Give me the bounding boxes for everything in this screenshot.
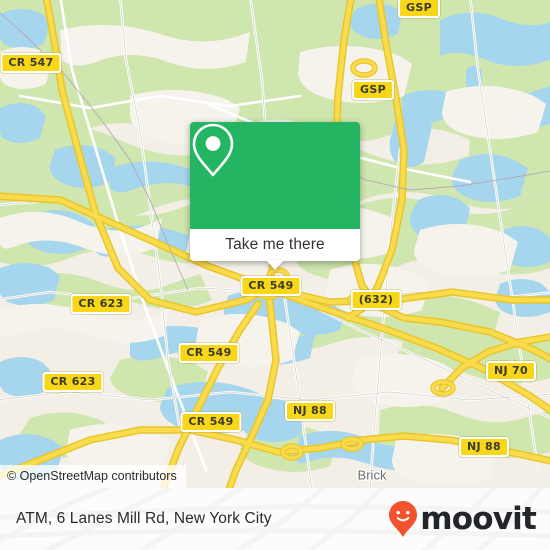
road-shield: CR 623 (70, 294, 132, 314)
place-label-brick: Brick (357, 467, 387, 483)
map-pin-icon (192, 123, 234, 177)
moovit-smiley-pin-icon (389, 501, 418, 537)
moovit-logo[interactable]: moovit (388, 500, 537, 538)
location-address: ATM, 6 Lanes Mill Rd, New York City (16, 510, 272, 527)
road-shield: CR 623 (42, 372, 104, 392)
road-shield: CR 549 (180, 412, 242, 432)
popup-card-footer[interactable]: Take me there (190, 229, 360, 270)
road-shield: CR 549 (178, 343, 240, 363)
popup-card-tail (266, 260, 284, 270)
road-shield: (632) (350, 290, 402, 310)
road-shield: CR 549 (240, 276, 302, 296)
map-canvas[interactable]: CR 547 GSP GSP CR 623 CR 549 (632) CR 54… (0, 0, 550, 488)
road-shield: GSP (352, 80, 394, 100)
moovit-wordmark: moovit (420, 500, 537, 537)
road-shield: NJ 88 (459, 437, 509, 457)
road-shield: GSP (398, 0, 440, 18)
footer-bar: ATM, 6 Lanes Mill Rd, New York City moov… (0, 488, 550, 550)
take-me-there-label: Take me there (225, 236, 325, 253)
road-shield: CR 547 (0, 53, 62, 73)
road-shield: NJ 88 (285, 401, 335, 421)
popup-card-header (190, 122, 360, 229)
moovit-map-screenshot: CR 547 GSP GSP CR 623 CR 549 (632) CR 54… (0, 0, 550, 550)
road-shield: NJ 70 (486, 361, 536, 381)
map-attribution[interactable]: © OpenStreetMap contributors (0, 465, 186, 488)
location-popup-card[interactable]: Take me there (190, 122, 360, 270)
